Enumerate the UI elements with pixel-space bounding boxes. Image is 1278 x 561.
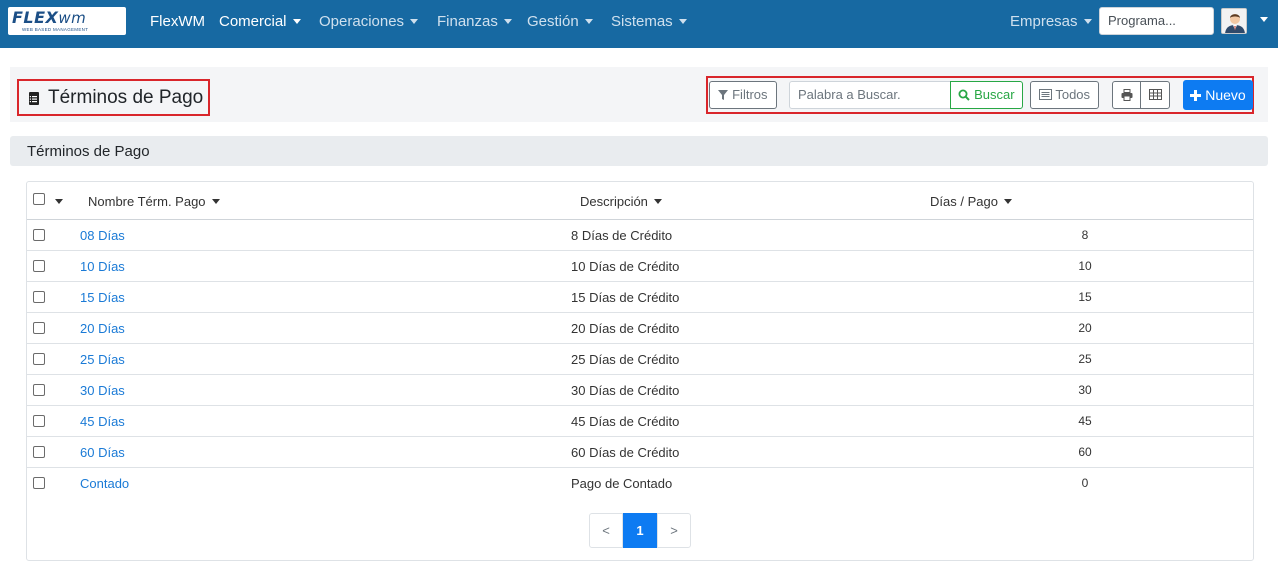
show-all-button[interactable]: Todos [1030,81,1099,109]
payment-term-description: 25 Días de Crédito [571,352,680,367]
payment-term-description: 15 Días de Crédito [571,290,680,305]
menu-gestion[interactable]: Gestión [527,13,593,30]
payment-term-days: 0 [1081,476,1089,490]
row-checkbox[interactable] [33,477,45,489]
grid-view-button[interactable] [1140,81,1170,109]
payment-term-days: 15 [1078,290,1092,304]
sort-icon [653,199,662,205]
bulk-actions-dropdown[interactable] [55,199,63,204]
row-checkbox[interactable] [33,322,45,334]
payment-term-link[interactable]: 25 Días [80,352,125,367]
page-title-box: Términos de Pago [17,79,210,116]
page-title: Términos de Pago [48,87,204,108]
payment-term-link[interactable]: 08 Días [80,228,125,243]
menu-operaciones[interactable]: Operaciones [319,13,419,30]
chevron-down-icon [678,18,687,24]
payment-term-link[interactable]: 15 Días [80,290,125,305]
menu-finanzas[interactable]: Finanzas [437,13,512,30]
payment-term-link[interactable]: 10 Días [80,259,125,274]
select-all-checkbox[interactable] [33,193,45,205]
menu-sistemas[interactable]: Sistemas [611,13,687,30]
chevron-down-icon [292,18,301,24]
table-row[interactable]: Contado Pago de Contado 0 [27,468,1253,499]
table-row[interactable]: 08 Días 8 Días de Crédito 8 [27,220,1253,251]
payment-term-days: 45 [1078,414,1092,428]
logo-wordmark: FLEXwm [12,8,87,27]
pagination-page[interactable]: 1 [623,513,657,548]
payment-term-days: 25 [1078,352,1092,366]
payment-term-days: 30 [1078,383,1092,397]
table-row[interactable]: 10 Días 10 Días de Crédito 10 [27,251,1253,282]
chevron-down-icon[interactable] [1260,17,1268,22]
table-row[interactable]: 60 Días 60 Días de Crédito 60 [27,437,1253,468]
row-checkbox[interactable] [33,291,45,303]
payment-term-days: 8 [1081,228,1089,242]
payment-term-description: Pago de Contado [571,476,673,491]
payment-term-description: 60 Días de Crédito [571,445,680,460]
chevron-down-icon [1083,18,1092,24]
row-checkbox[interactable] [33,353,45,365]
row-checkbox[interactable] [33,415,45,427]
new-button[interactable]: Nuevo [1183,80,1253,110]
table-row[interactable]: 45 Días 45 Días de Crédito 45 [27,406,1253,437]
row-checkbox[interactable] [33,384,45,396]
payment-term-description: 45 Días de Crédito [571,414,680,429]
document-icon [29,92,39,105]
payment-term-days: 60 [1078,445,1092,459]
sort-icon [1003,199,1012,205]
chevron-down-icon [584,18,593,24]
table-header: Nombre Térm. Pago Descripción Días / Pag… [27,182,1253,220]
section-title: Términos de Pago [10,136,1268,166]
program-search-input[interactable]: Programa... [1099,7,1214,35]
table-row[interactable]: 30 Días 30 Días de Crédito 30 [27,375,1253,406]
payment-term-link[interactable]: Contado [80,476,129,491]
print-button[interactable] [1112,81,1141,109]
payment-term-description: 20 Días de Crédito [571,321,680,336]
brand-link[interactable]: FlexWM [150,13,205,30]
top-navbar: FLEXwm WEB BASED MANAGEMENT FlexWM Comer… [0,0,1278,48]
table-row[interactable]: 25 Días 25 Días de Crédito 25 [27,344,1253,375]
payment-term-link[interactable]: 30 Días [80,383,125,398]
plus-icon [1190,89,1202,101]
logo-subtitle: WEB BASED MANAGEMENT [22,27,89,32]
chevron-down-icon [410,18,419,24]
column-header-description[interactable]: Descripción [580,194,662,209]
payment-term-link[interactable]: 60 Días [80,445,125,460]
table-row[interactable]: 20 Días 20 Días de Crédito 20 [27,313,1253,344]
companies-menu[interactable]: Empresas [1010,13,1092,30]
sort-icon [211,199,220,205]
keyword-search-input[interactable]: Palabra a Buscar. [789,81,951,109]
row-checkbox[interactable] [33,260,45,272]
column-header-days[interactable]: Días / Pago [930,194,1012,209]
column-header-name[interactable]: Nombre Térm. Pago [88,194,220,209]
pagination-prev[interactable]: < [589,513,623,548]
table-grid-icon [1148,89,1162,101]
payment-term-description: 10 Días de Crédito [571,259,680,274]
print-icon [1121,88,1132,101]
row-checkbox[interactable] [33,229,45,241]
table-row[interactable]: 15 Días 15 Días de Crédito 15 [27,282,1253,313]
payment-term-description: 8 Días de Crédito [571,228,673,243]
search-button[interactable]: Buscar [950,81,1023,109]
filters-button[interactable]: Filtros [709,81,777,109]
chevron-down-icon [503,18,512,24]
search-icon [958,89,971,101]
payment-term-days: 10 [1078,259,1092,273]
user-avatar-icon [1222,9,1246,33]
flexwm-logo[interactable]: FLEXwm WEB BASED MANAGEMENT [8,7,126,35]
menu-comercial[interactable]: Comercial [219,13,301,30]
row-checkbox[interactable] [33,446,45,458]
payment-term-link[interactable]: 20 Días [80,321,125,336]
user-avatar[interactable] [1221,8,1247,34]
filter-icon [718,89,729,100]
list-icon [1038,89,1052,101]
payment-term-days: 20 [1078,321,1092,335]
payment-term-description: 30 Días de Crédito [571,383,680,398]
pagination-next[interactable]: > [657,513,691,548]
payment-term-link[interactable]: 45 Días [80,414,125,429]
